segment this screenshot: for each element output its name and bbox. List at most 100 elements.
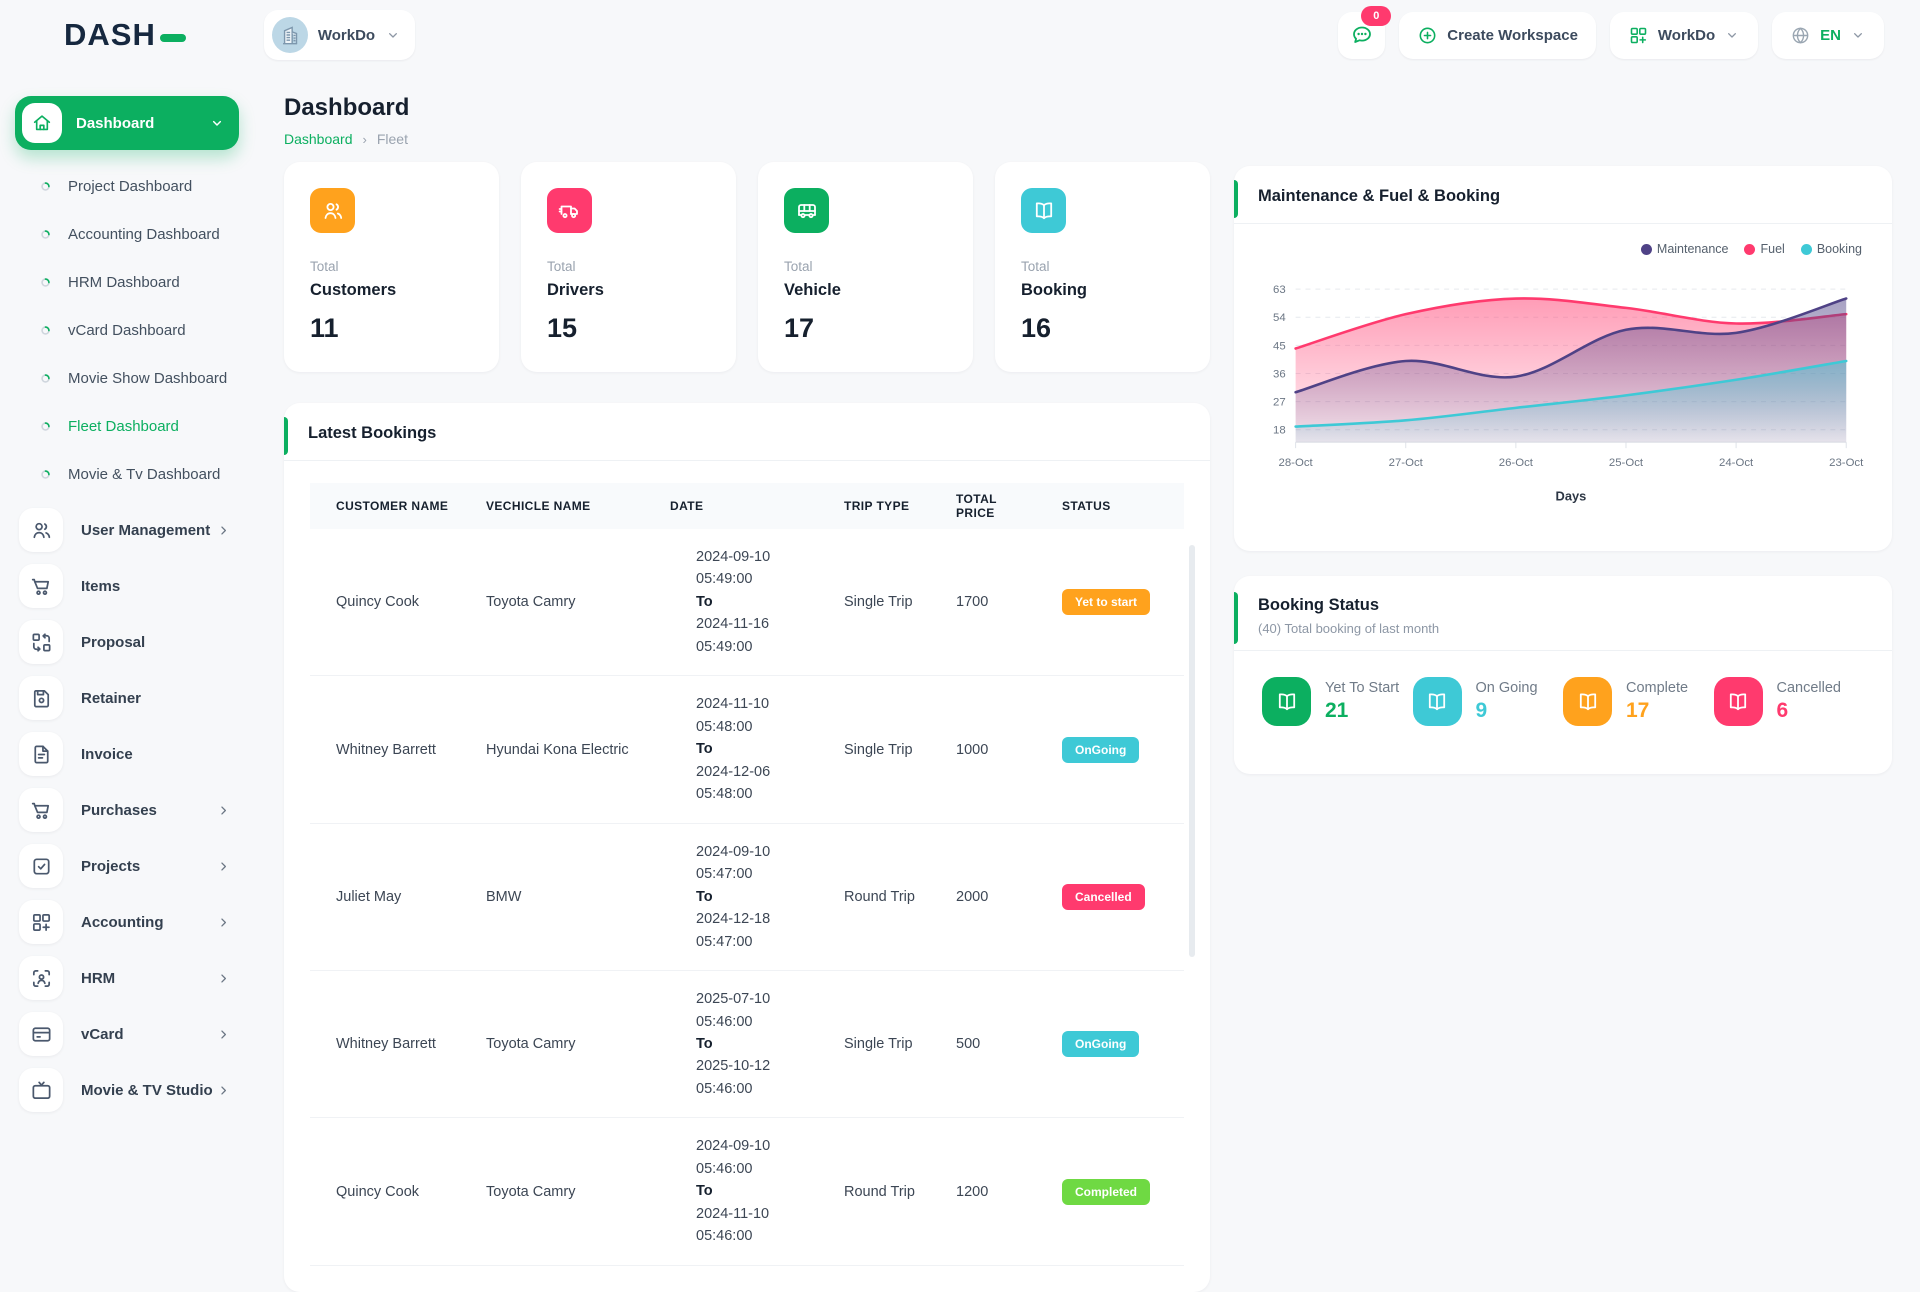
sidebar-item-movie-tv-studio[interactable]: Movie & TV Studio xyxy=(15,1068,239,1112)
workspace-name: WorkDo xyxy=(318,27,375,44)
sidebar-item-items[interactable]: Items xyxy=(15,564,239,608)
users-icon xyxy=(310,188,355,233)
title-accent-bar xyxy=(284,417,288,455)
cart-icon xyxy=(19,788,63,832)
sidebar-subitem-accounting-dashboard[interactable]: Accounting Dashboard xyxy=(15,210,239,258)
status-badge: OnGoing xyxy=(1062,737,1139,763)
chart-body: Maintenance Fuel Booking 18273645546328-… xyxy=(1234,224,1892,506)
sidebar-item-projects[interactable]: Projects xyxy=(15,844,239,888)
title-accent-bar xyxy=(1234,592,1238,644)
stat-card-customers: Total Customers 11 xyxy=(284,162,499,372)
building-icon xyxy=(277,22,303,48)
grid-plus-icon xyxy=(1628,25,1649,46)
sidebar-item-user-management[interactable]: User Management xyxy=(15,508,239,552)
sidebar-item-label: Purchases xyxy=(81,802,157,819)
cell-date: 2024-11-10 05:48:00 To 2024-12-06 05:48:… xyxy=(644,693,818,805)
cell-trip-type: Round Trip xyxy=(818,1184,930,1200)
book-icon xyxy=(1714,677,1763,726)
svg-text:27: 27 xyxy=(1273,397,1286,409)
topbar-actions: 0 Create Workspace WorkDo EN xyxy=(1338,12,1884,59)
cell-date: 2024-09-10 05:47:00 To 2024-12-18 05:47:… xyxy=(644,841,818,953)
language-selector[interactable]: EN xyxy=(1772,12,1884,59)
cell-customer-name: Juliet May xyxy=(310,889,460,905)
sidebar-item-retainer[interactable]: Retainer xyxy=(15,676,239,720)
bullet-icon xyxy=(39,276,52,289)
bullet-icon xyxy=(39,372,52,385)
check-square-icon xyxy=(19,844,63,888)
workdo-menu-button[interactable]: WorkDo xyxy=(1610,12,1758,59)
create-workspace-button[interactable]: Create Workspace xyxy=(1399,12,1596,59)
chat-icon xyxy=(1350,23,1374,47)
brand-logo[interactable]: DASH xyxy=(64,17,186,53)
topbar: DASH WorkDo 0 Create Workspace WorkDo xyxy=(0,0,1920,70)
cell-date: 2025-07-10 05:46:00 To 2025-10-12 05:46:… xyxy=(644,988,818,1100)
sidebar-subitem-vcard-dashboard[interactable]: vCard Dashboard xyxy=(15,306,239,354)
booking-status-label: On Going xyxy=(1476,680,1538,696)
table-scrollbar[interactable] xyxy=(1189,545,1195,957)
sidebar-item-invoice[interactable]: Invoice xyxy=(15,732,239,776)
title-accent-bar xyxy=(1234,180,1238,218)
sidebar-subitem-movie-tv-dashboard[interactable]: Movie & Tv Dashboard xyxy=(15,450,239,498)
globe-icon xyxy=(1790,25,1811,46)
card-icon xyxy=(19,1012,63,1056)
chart-legend: Maintenance Fuel Booking xyxy=(1256,242,1862,256)
sidebar-item-proposal[interactable]: Proposal xyxy=(15,620,239,664)
sidebar-item-hrm[interactable]: HRM xyxy=(15,956,239,1000)
cell-vehicle-name: BMW xyxy=(460,889,644,905)
bookings-table: CUSTOMER NAMEVECHICLE NAMEDATETRIP TYPET… xyxy=(310,483,1184,1266)
booking-status-value: 9 xyxy=(1476,699,1538,723)
booking-status-item: Yet To Start 21 xyxy=(1262,677,1413,726)
cell-vehicle-name: Toyota Camry xyxy=(460,1184,644,1200)
chevron-right-icon xyxy=(216,803,231,818)
sidebar-item-label: vCard xyxy=(81,1026,124,1043)
workdo-menu-label: WorkDo xyxy=(1658,27,1715,44)
sidebar-subitem-fleet-dashboard[interactable]: Fleet Dashboard xyxy=(15,402,239,450)
table-row: Whitney Barrett Hyundai Kona Electric 20… xyxy=(310,676,1184,823)
workspace-selector[interactable]: WorkDo xyxy=(264,10,415,60)
cell-trip-type: Single Trip xyxy=(818,1036,930,1052)
bullet-icon xyxy=(39,324,52,337)
sidebar-item-purchases[interactable]: Purchases xyxy=(15,788,239,832)
legend-item[interactable]: Fuel xyxy=(1744,242,1784,256)
booking-status-label: Cancelled xyxy=(1777,680,1842,696)
cell-total-price: 1700 xyxy=(930,594,1036,610)
stat-card-value: 15 xyxy=(547,313,710,344)
legend-item[interactable]: Maintenance xyxy=(1641,242,1729,256)
sidebar-item-accounting[interactable]: Accounting xyxy=(15,900,239,944)
sidebar-subitem-hrm-dashboard[interactable]: HRM Dashboard xyxy=(15,258,239,306)
brand-logo-dash xyxy=(160,34,186,42)
booking-status-label: Yet To Start xyxy=(1325,680,1399,696)
sidebar-item-vcard[interactable]: vCard xyxy=(15,1012,239,1056)
cell-customer-name: Whitney Barrett xyxy=(310,742,460,758)
home-icon xyxy=(22,103,62,143)
sidebar-subitem-label: Movie & Tv Dashboard xyxy=(68,466,220,483)
app-root: DASH WorkDo 0 Create Workspace WorkDo xyxy=(0,0,1920,1080)
sidebar-sections: User Management Items Proposal Retainer … xyxy=(15,508,239,1112)
sidebar-item-label: Items xyxy=(81,578,120,595)
chevron-down-icon xyxy=(385,27,401,43)
booking-status-value: 21 xyxy=(1325,699,1399,723)
stat-card-name: Customers xyxy=(310,281,473,300)
svg-text:24-Oct: 24-Oct xyxy=(1719,457,1754,469)
svg-text:54: 54 xyxy=(1273,312,1286,324)
sidebar-subitem-project-dashboard[interactable]: Project Dashboard xyxy=(15,162,239,210)
messages-button[interactable]: 0 xyxy=(1338,12,1385,59)
table-row: Quincy Cook Toyota Camry 2024-09-10 05:4… xyxy=(310,529,1184,676)
breadcrumb-dashboard-link[interactable]: Dashboard xyxy=(284,131,353,147)
sidebar-subitem-label: Movie Show Dashboard xyxy=(68,370,227,387)
legend-label: Booking xyxy=(1817,242,1862,256)
page-title: Dashboard xyxy=(284,94,1210,122)
stat-card-value: 11 xyxy=(310,313,473,344)
sidebar-subitem-movie-show-dashboard[interactable]: Movie Show Dashboard xyxy=(15,354,239,402)
plus-circle-icon xyxy=(1417,25,1438,46)
cell-total-price: 2000 xyxy=(930,889,1036,905)
chart-area: 18273645546328-Oct27-Oct26-Oct25-Oct24-O… xyxy=(1256,258,1870,506)
cell-vehicle-name: Toyota Camry xyxy=(460,1036,644,1052)
sidebar-item-dashboard[interactable]: Dashboard xyxy=(15,96,239,150)
chart-card-title: Maintenance & Fuel & Booking xyxy=(1258,187,1868,206)
stat-card-drivers: Total Drivers 15 xyxy=(521,162,736,372)
legend-item[interactable]: Booking xyxy=(1801,242,1862,256)
svg-text:18: 18 xyxy=(1273,425,1286,437)
legend-dot xyxy=(1641,244,1652,255)
sidebar-item-label: Proposal xyxy=(81,634,145,651)
